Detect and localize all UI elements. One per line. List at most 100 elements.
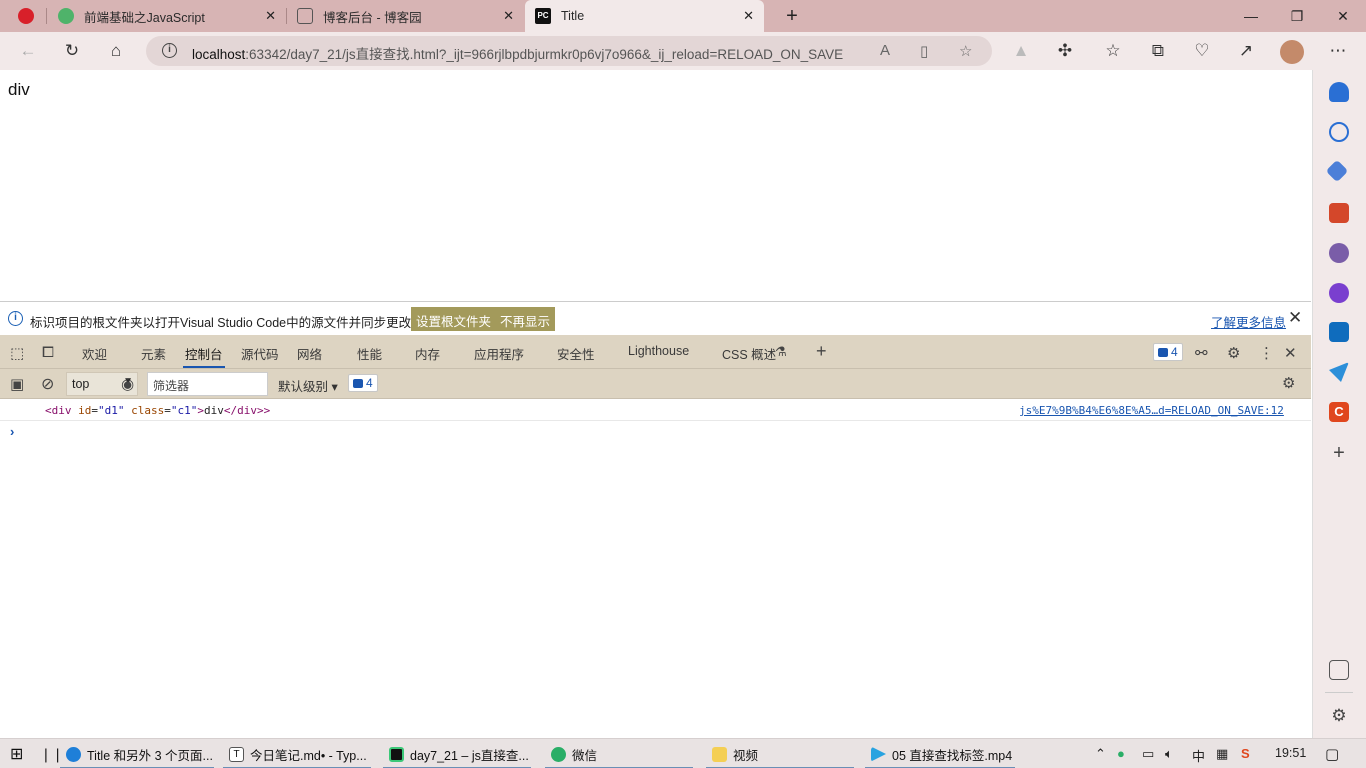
more-tabs-plus-icon[interactable]: + [816,341,827,362]
tools-briefcase-icon[interactable] [1329,203,1349,223]
profile-avatar[interactable] [1280,40,1304,64]
tab-blog[interactable]: 博客后台 - 博客园 ✕ [287,0,524,32]
source-link[interactable]: js%E7%9B%B4%E6%8E%A5…d=RELOAD_ON_SAVE:12 [1019,404,1284,417]
home-button[interactable]: ⌂ [103,39,129,63]
console-log-element[interactable]: <div id="d1" class="c1">div</div>> [45,404,270,417]
learn-more-link[interactable]: 了解更多信息 [1211,312,1286,331]
devtools-tab-strip: ⬚ ⧠ 欢迎 元素 控制台 源代码 网络 性能 内存 应用程序 安全性 Ligh… [0,335,1311,369]
devtools-infobar: i 标识项目的根文件夹以打开Visual Studio Code中的源文件并同步… [0,301,1311,335]
tab-title-active[interactable]: PC Title ✕ [525,0,764,32]
infobar-message: 标识项目的根文件夹以打开Visual Studio Code中的源文件并同步更改… [30,316,424,330]
volume-icon[interactable]: 🔈︎ [1165,746,1173,762]
filter-input[interactable]: 筛选器 [147,372,268,396]
taskbar-item-video[interactable]: 05 直接查找标签.mp4 [865,739,1021,768]
console-settings-gear-icon[interactable]: ⚙ [1282,374,1295,392]
log-levels-dropdown[interactable]: 默认级别 ▾ [278,376,338,395]
new-tab-button[interactable]: + [769,0,815,32]
minimize-button[interactable]: — [1228,0,1274,32]
add-sidebar-app-icon[interactable]: + [1329,443,1349,464]
microsoft-365-icon[interactable] [1329,283,1349,303]
c-app-icon[interactable]: C [1329,402,1349,422]
keyboard-icon[interactable]: ▦ [1216,746,1228,762]
taskbar-item-wechat[interactable]: 微信 [545,739,697,768]
site-info-icon[interactable]: i [162,43,177,58]
performance-icon[interactable]: ♡ [1189,39,1215,63]
close-devtools-icon[interactable]: ✕ [1284,344,1297,362]
taskbar-item-pycharm[interactable]: day7_21 – js直接查... [383,739,537,768]
customize-sidebar-icon[interactable] [1329,660,1349,680]
set-root-folder-button[interactable]: 设置根文件夹 [411,307,497,331]
taskbar-item-typora[interactable]: T 今日笔记.md• - Typ... [223,739,375,768]
customize-icon[interactable]: ⚯ [1195,344,1208,362]
console-prompt[interactable]: › [10,424,14,439]
tab-javascript[interactable]: 前端基础之JavaScript ✕ [48,0,286,32]
share-icon[interactable]: ↗ [1233,39,1259,63]
input-method-icon[interactable]: 中 [1192,746,1205,765]
title-bar: 前端基础之JavaScript ✕ 博客后台 - 博客园 ✕ PC Title … [0,0,1366,32]
restore-button[interactable]: ❐ [1274,0,1320,32]
devtools-more-icon[interactable]: ⋮ [1259,344,1274,362]
search-icon[interactable] [1329,122,1349,142]
favorite-star-icon[interactable]: ☆ [959,42,972,60]
tab-sources[interactable]: 源代码 [241,344,279,363]
tab-title: 前端基础之JavaScript [84,10,205,25]
extensions-icon[interactable]: ✣ [1052,39,1078,63]
settings-gear-icon[interactable]: ⚙ [1227,344,1240,362]
tab-welcome[interactable]: 欢迎 [82,344,107,363]
tab-security[interactable]: 安全性 [557,344,595,363]
close-infobar-icon[interactable]: ✕ [1288,308,1302,328]
tab-css-overview[interactable]: CSS 概述 [722,344,776,363]
address-bar[interactable]: i localhost:63342/day7_21/js直接查找.html?_i… [146,36,992,66]
send-plane-icon[interactable] [1329,362,1349,382]
filter-issues-count: 4 [366,376,373,390]
sogou-ime-icon[interactable]: S [1241,746,1250,761]
tab-network[interactable]: 网络 [297,344,322,363]
clock[interactable]: 19:51 [1275,746,1306,760]
tab-elements[interactable]: 元素 [141,344,166,363]
close-tab-icon[interactable]: ✕ [265,8,276,24]
typora-icon: T [229,746,244,762]
favorites-icon[interactable]: ☆ [1100,39,1126,63]
read-aloud-icon[interactable]: A [880,42,890,59]
collections-icon[interactable]: ⧉ [1145,39,1171,63]
outlook-icon[interactable] [1329,322,1349,342]
navigation-bar: ← ↻ ⌂ i localhost:63342/day7_21/js直接查找.h… [0,32,1366,70]
network-icon[interactable]: ▭ [1142,746,1154,762]
close-tab-icon[interactable]: ✕ [503,8,514,24]
games-icon[interactable] [1329,243,1349,263]
windows-start-icon[interactable]: ⊞ [10,739,23,768]
tab-performance[interactable]: 性能 [357,344,382,363]
live-expression-eye-icon[interactable]: ◉ [121,375,134,393]
close-window-button[interactable]: ✕ [1320,0,1366,32]
sidebar-toggle-icon[interactable]: ▣ [10,375,24,393]
dont-show-again-button[interactable]: 不再显示 [495,307,556,331]
more-menu-icon[interactable]: ⋯ [1325,39,1351,63]
log-attr-value: "d1" [98,404,125,417]
tab-console[interactable]: 控制台 [183,344,225,368]
task-view-icon[interactable]: ❘❘ [40,739,63,768]
notification-bell-icon[interactable] [1329,82,1349,102]
sidebar-divider [1325,692,1353,693]
inspect-element-icon[interactable]: ⬚ [10,344,24,362]
tab-memory[interactable]: 内存 [415,344,440,363]
tab-lighthouse[interactable]: Lighthouse [628,344,689,358]
browser-menu-button[interactable] [8,0,46,32]
reader-view-icon[interactable]: ▯ [920,42,928,60]
device-toolbar-icon[interactable]: ⧠ [42,344,54,361]
taskbar-item-edge[interactable]: Title 和另外 3 个页面... [60,739,220,768]
wechat-tray-icon[interactable]: ● [1117,746,1125,761]
notifications-icon[interactable]: ▢ [1325,745,1339,763]
sidebar-settings-gear-icon[interactable]: ⚙ [1329,706,1349,726]
show-hidden-icons-chevron-icon[interactable]: ⌃ [1095,746,1106,762]
filter-issues-badge[interactable]: 4 [348,374,378,392]
issues-badge[interactable]: 4 [1153,343,1183,361]
back-button[interactable]: ← [15,39,41,63]
close-tab-icon[interactable]: ✕ [743,8,754,24]
tab-application[interactable]: 应用程序 [474,344,524,363]
url-text[interactable]: localhost:63342/day7_21/js直接查找.html?_ijt… [192,43,843,63]
profile-triangle-icon[interactable]: ▲ [1008,39,1034,63]
refresh-button[interactable]: ↻ [59,39,85,63]
taskbar-item-folder[interactable]: 视频 [706,739,858,768]
clear-console-icon[interactable]: ⊘ [41,374,54,394]
shopping-tag-icon[interactable] [1325,159,1349,183]
